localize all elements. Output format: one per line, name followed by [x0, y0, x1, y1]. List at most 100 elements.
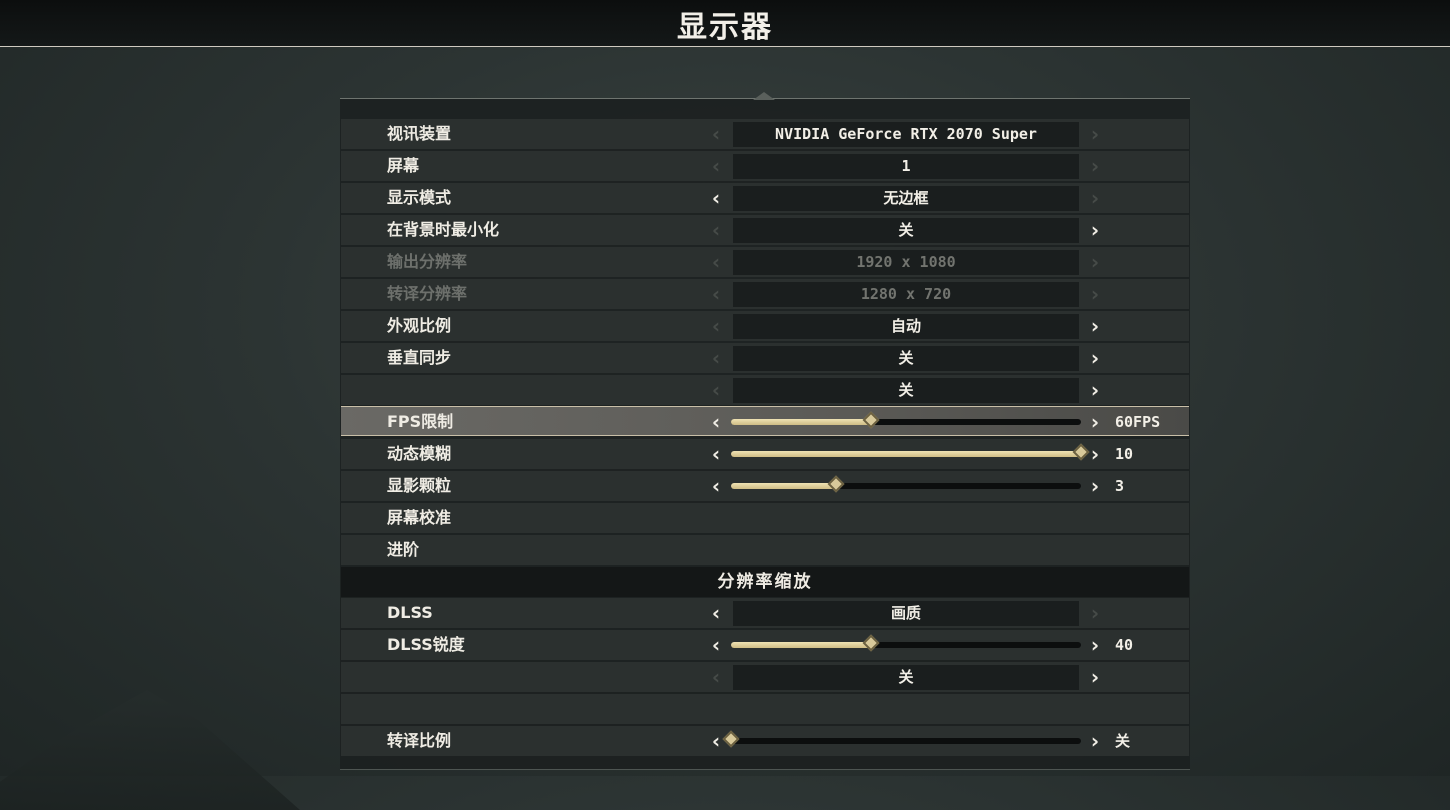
setting-row-video-device[interactable]: 视讯装置 ‹ NVIDIA GeForce RTX 2070 Super ›: [341, 119, 1189, 149]
slider-value: 60FPS: [1115, 413, 1161, 431]
setting-value: NVIDIA GeForce RTX 2070 Super: [733, 122, 1079, 147]
setting-value: 关: [733, 665, 1079, 690]
background-mountain: [0, 690, 300, 810]
chevron-left-icon[interactable]: ‹: [707, 630, 725, 660]
setting-row-screen[interactable]: 屏幕 ‹ 1 ›: [341, 151, 1189, 181]
setting-value: 1280 x 720: [733, 282, 1079, 307]
setting-row-unnamed-toggle-2[interactable]: ‹ 关 ›: [341, 662, 1189, 692]
chevron-left-icon[interactable]: ‹: [707, 726, 725, 756]
chevron-left-icon[interactable]: ‹: [707, 598, 725, 628]
chevron-right-icon[interactable]: ›: [1086, 311, 1104, 341]
slider-value: 3: [1115, 477, 1125, 495]
setting-label: 转译分辨率: [387, 284, 468, 303]
setting-row-motion-blur[interactable]: 动态模糊 ‹ › 10: [341, 439, 1189, 469]
setting-label: 视讯装置: [387, 124, 452, 143]
slider-track[interactable]: [722, 730, 1081, 748]
setting-row-output-resolution: 输出分辨率 ‹ 1920 x 1080 ›: [341, 247, 1189, 277]
setting-value: 自动: [733, 314, 1079, 339]
setting-value: 1: [733, 154, 1079, 179]
panel-notch: [753, 92, 775, 100]
slider-track[interactable]: [731, 411, 1081, 429]
setting-label: 显示模式: [387, 188, 452, 207]
slider-handle[interactable]: [862, 634, 880, 652]
setting-row-advanced[interactable]: 进阶: [341, 535, 1189, 565]
chevron-left-icon[interactable]: ‹: [707, 439, 725, 469]
setting-value: 关: [733, 378, 1079, 403]
setting-label: FPS限制: [387, 412, 454, 431]
chevron-left-icon: ‹: [711, 122, 721, 146]
slider-handle[interactable]: [862, 411, 880, 429]
slider-fill: [731, 483, 836, 489]
setting-label: 进阶: [387, 540, 420, 559]
setting-row-display-mode[interactable]: 显示模式 ‹ 无边框 ›: [341, 183, 1189, 213]
setting-value: 1920 x 1080: [733, 250, 1079, 275]
slider-fill: [731, 451, 1081, 457]
setting-row-minimize-background[interactable]: 在背景时最小化 ‹ 关 ›: [341, 215, 1189, 245]
setting-row-aspect-ratio[interactable]: 外观比例 ‹ 自动 ›: [341, 311, 1189, 341]
chevron-left-icon: ‹: [711, 250, 721, 274]
setting-row-fps-limit[interactable]: FPS限制 ‹ › 60FPS: [341, 406, 1189, 436]
setting-label: 外观比例: [387, 316, 452, 335]
chevron-left-icon: ‹: [711, 378, 721, 402]
setting-row-vsync[interactable]: 垂直同步 ‹ 关 ›: [341, 343, 1189, 373]
setting-row-dlss[interactable]: DLSS ‹ 画质 ›: [341, 598, 1189, 628]
slider-handle[interactable]: [722, 730, 740, 748]
setting-label: DLSS: [387, 603, 433, 622]
chevron-right-icon: ›: [1090, 186, 1100, 210]
chevron-left-icon[interactable]: ‹: [707, 471, 725, 501]
chevron-left-icon: ‹: [711, 282, 721, 306]
setting-value: 关: [733, 346, 1079, 371]
setting-label: DLSS锐度: [387, 635, 465, 654]
slider-track[interactable]: [731, 443, 1090, 461]
chevron-left-icon: ‹: [711, 218, 721, 242]
chevron-right-icon: ›: [1090, 154, 1100, 178]
setting-label: 转译比例: [387, 731, 452, 750]
chevron-right-icon[interactable]: ›: [1086, 407, 1104, 437]
chevron-right-icon: ›: [1090, 250, 1100, 274]
section-title: 分辨率缩放: [717, 572, 813, 592]
chevron-right-icon[interactable]: ›: [1086, 471, 1104, 501]
chevron-right-icon[interactable]: ›: [1086, 375, 1104, 405]
slider-handle[interactable]: [827, 475, 845, 493]
setting-label: 屏幕: [387, 156, 420, 175]
chevron-right-icon[interactable]: ›: [1086, 215, 1104, 245]
chevron-right-icon: ›: [1090, 282, 1100, 306]
chevron-right-icon[interactable]: ›: [1086, 726, 1104, 756]
slider-value: 40: [1115, 636, 1134, 654]
setting-value: 无边框: [733, 186, 1079, 211]
chevron-left-icon[interactable]: ‹: [707, 407, 725, 437]
setting-label: 屏幕校准: [387, 508, 452, 527]
slider-value: 10: [1115, 445, 1134, 463]
chevron-right-icon[interactable]: ›: [1086, 662, 1104, 692]
setting-label: 动态模糊: [387, 444, 452, 463]
setting-row-unnamed-toggle[interactable]: ‹ 关 ›: [341, 375, 1189, 405]
slider-value: 关: [1115, 732, 1131, 750]
setting-value: 画质: [733, 601, 1079, 626]
chevron-left-icon: ‹: [711, 665, 721, 689]
setting-label: 显影颗粒: [387, 476, 452, 495]
page-title: 显示器: [677, 10, 773, 45]
chevron-right-icon: ›: [1090, 122, 1100, 146]
setting-row-render-scale[interactable]: 转译比例 ‹ › 关: [341, 726, 1189, 756]
setting-row-render-resolution: 转译分辨率 ‹ 1280 x 720 ›: [341, 279, 1189, 309]
setting-row-screen-calibration[interactable]: 屏幕校准: [341, 503, 1189, 533]
section-header-resolution-scaling: 分辨率缩放: [341, 567, 1189, 597]
setting-value: 关: [733, 218, 1079, 243]
setting-row-film-grain[interactable]: 显影颗粒 ‹ › 3: [341, 471, 1189, 501]
chevron-left-icon[interactable]: ‹: [707, 183, 725, 213]
slider-track[interactable]: [731, 475, 1081, 493]
chevron-right-icon[interactable]: ›: [1086, 630, 1104, 660]
chevron-left-icon: ‹: [711, 346, 721, 370]
slider-fill: [731, 642, 871, 648]
setting-label: 输出分辨率: [387, 252, 468, 271]
setting-row-dlss-sharpness[interactable]: DLSS锐度 ‹ › 40: [341, 630, 1189, 660]
chevron-right-icon[interactable]: ›: [1086, 343, 1104, 373]
title-bar: 显示器: [0, 0, 1450, 47]
slider-track[interactable]: [731, 634, 1081, 652]
chevron-right-icon: ›: [1090, 601, 1100, 625]
setting-label: 垂直同步: [387, 348, 452, 367]
setting-label: 在背景时最小化: [387, 220, 500, 239]
chevron-right-icon[interactable]: ›: [1086, 439, 1104, 469]
chevron-left-icon: ‹: [711, 314, 721, 338]
chevron-left-icon: ‹: [711, 154, 721, 178]
